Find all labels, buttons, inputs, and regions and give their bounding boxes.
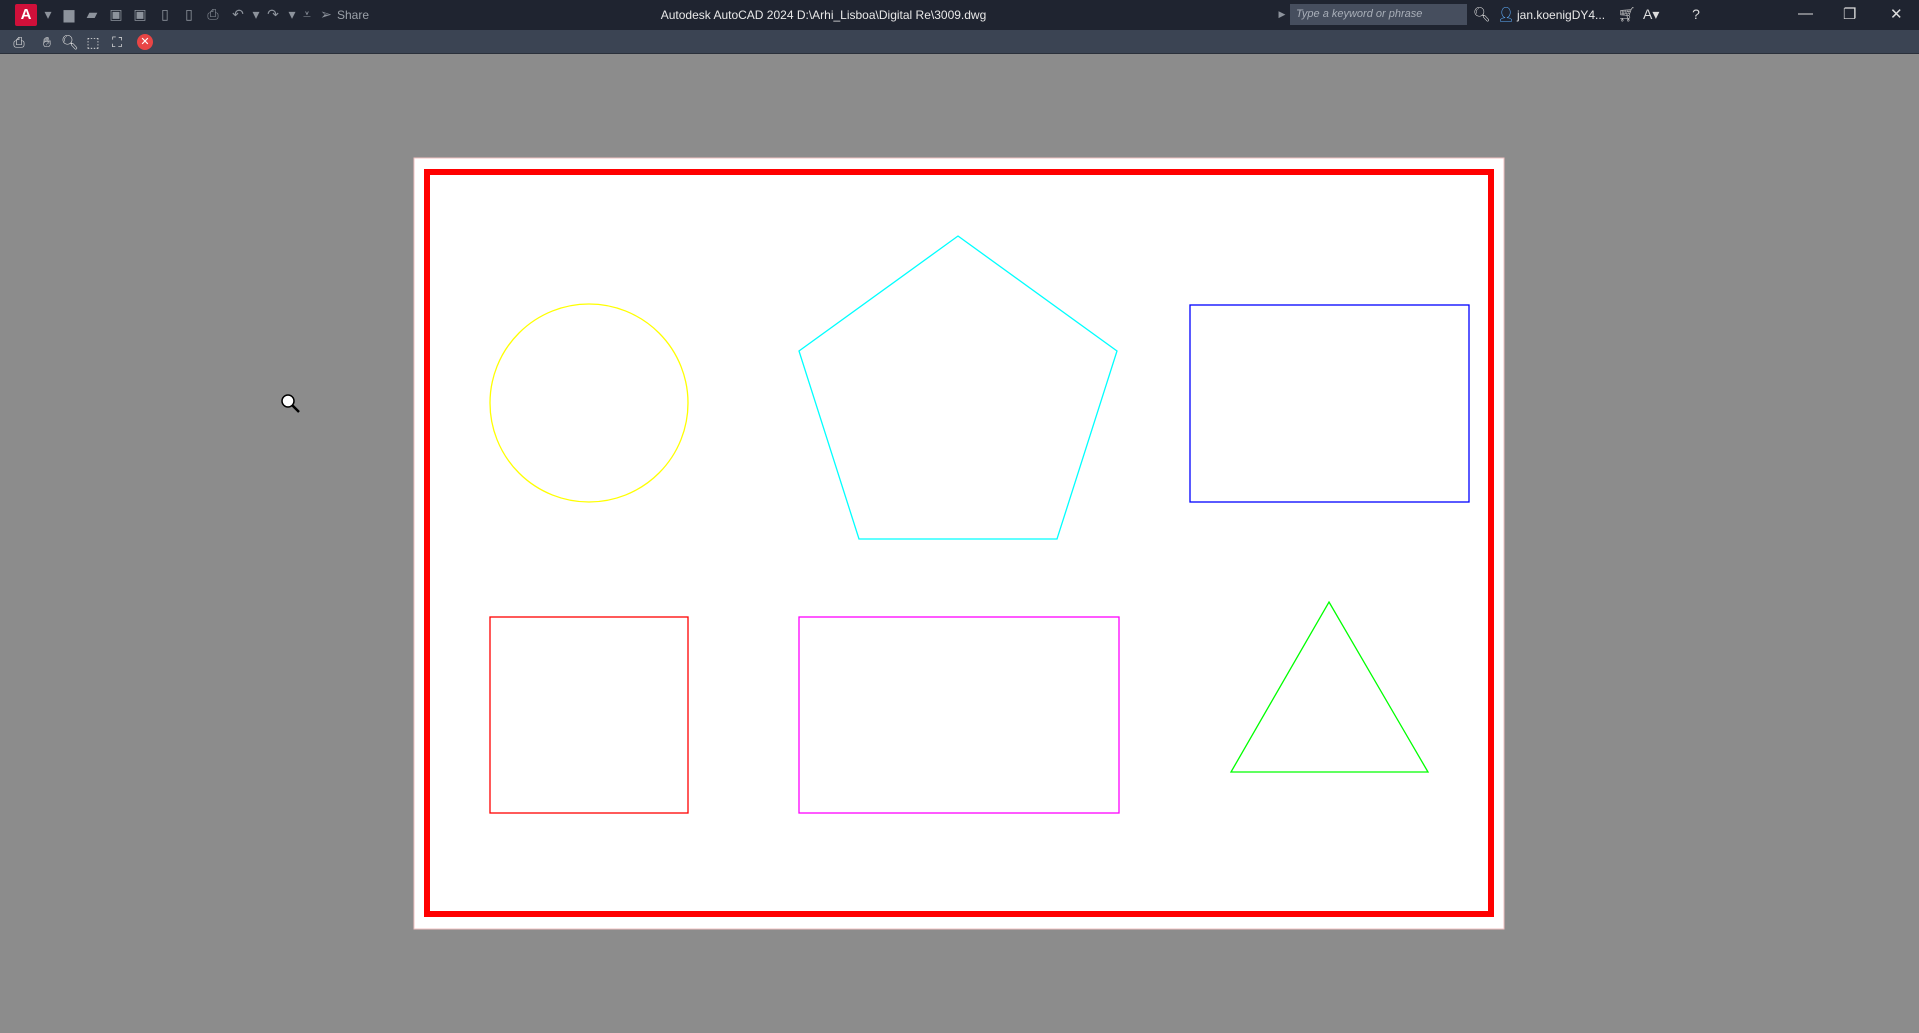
- drawing-canvas[interactable]: [0, 0, 1919, 1033]
- zoom-cursor-icon: [281, 394, 300, 413]
